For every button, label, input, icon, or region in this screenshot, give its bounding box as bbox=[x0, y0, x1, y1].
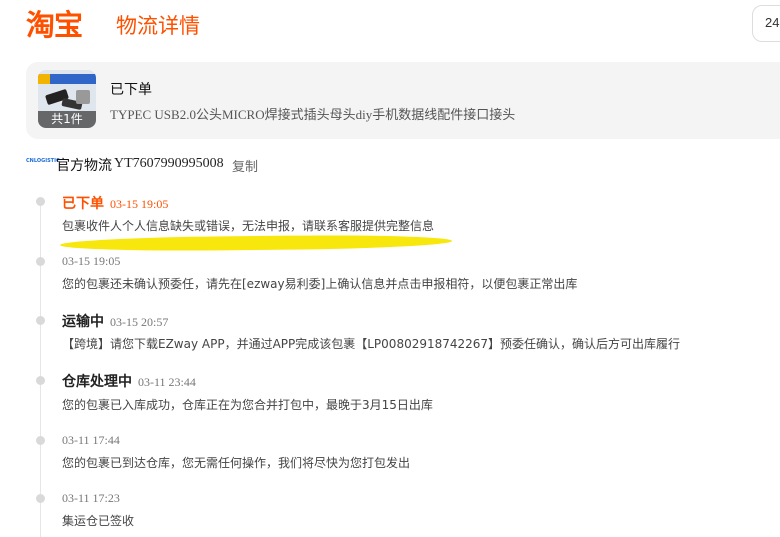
page-title: 物流详情 bbox=[116, 14, 200, 38]
event-time: 03-15 20:57 bbox=[110, 315, 169, 329]
timeline-dot bbox=[36, 197, 45, 206]
event-description: 您的包裹已入库成功，仓库正在为您合并打包中，最晚于3月15日出库 bbox=[62, 398, 433, 412]
highlighter-mark bbox=[59, 233, 453, 253]
product-name[interactable]: TYPEC USB2.0公头MICRO焊接式插头母头diy手机数据线配件接口接头 bbox=[110, 104, 515, 123]
event-status: 运输中 bbox=[62, 314, 104, 330]
event-time: 03-15 19:05 bbox=[110, 197, 169, 211]
timeline-dot bbox=[36, 316, 45, 325]
copy-button[interactable]: 复制 bbox=[232, 156, 258, 175]
event-time: 03-15 19:05 bbox=[62, 254, 121, 268]
taobao-logo[interactable]: 淘宝 bbox=[26, 2, 83, 44]
event-status: 仓库处理中 bbox=[62, 374, 132, 390]
timeline-event-header: 运输中 03-15 20:57 bbox=[62, 311, 168, 331]
connector-image bbox=[76, 90, 90, 104]
event-status: 已下单 bbox=[62, 196, 104, 212]
event-time: 03-11 23:44 bbox=[138, 375, 196, 389]
item-count-badge: 共1件 bbox=[38, 111, 96, 128]
order-status: 已下单 bbox=[110, 82, 152, 98]
thumbnail-banner-tag bbox=[38, 74, 50, 84]
event-description: 您的包裹还未确认预委任，请先在[ezway易利委]上确认信息并点击申报相符，以便… bbox=[62, 277, 578, 291]
event-description: 包裹收件人个人信息缺失或错误，无法申报，请联系客服提供完整信息 bbox=[62, 219, 435, 233]
timeline-event-header: 03-11 17:23 bbox=[62, 489, 120, 507]
event-description: 集运仓已签收 bbox=[62, 514, 135, 528]
timeline-dot bbox=[36, 436, 45, 445]
tracking-number: YT7607990995008 bbox=[114, 156, 224, 171]
event-description: 【跨境】请您下载EZway APP，并通过APP完成该包裹【LP00802918… bbox=[62, 337, 681, 351]
header: 淘宝 物流详情 24 bbox=[0, 0, 780, 48]
carrier-name: 官方物流 bbox=[56, 158, 112, 174]
search-input[interactable]: 24 bbox=[752, 5, 780, 42]
timeline-line bbox=[40, 201, 41, 537]
event-time: 03-11 17:44 bbox=[62, 433, 120, 447]
timeline-dot bbox=[36, 257, 45, 266]
event-description: 您的包裹已到达仓库，您无需任何操作，我们将尽快为您打包发出 bbox=[62, 456, 411, 470]
event-time: 03-11 17:23 bbox=[62, 491, 120, 505]
timeline-event-header: 仓库处理中 03-11 23:44 bbox=[62, 371, 196, 391]
order-card[interactable]: 共1件 已下单 TYPEC USB2.0公头MICRO焊接式插头母头diy手机数… bbox=[26, 62, 780, 139]
timeline-dot bbox=[36, 494, 45, 503]
timeline-dot bbox=[36, 376, 45, 385]
timeline-event-header: 03-11 17:44 bbox=[62, 431, 120, 449]
timeline-event-header: 03-15 19:05 bbox=[62, 252, 120, 270]
product-thumbnail[interactable]: 共1件 bbox=[38, 70, 96, 128]
timeline-event-header: 已下单 03-15 19:05 bbox=[62, 193, 168, 213]
carrier-logo: CNLOGISTIC bbox=[26, 158, 60, 164]
